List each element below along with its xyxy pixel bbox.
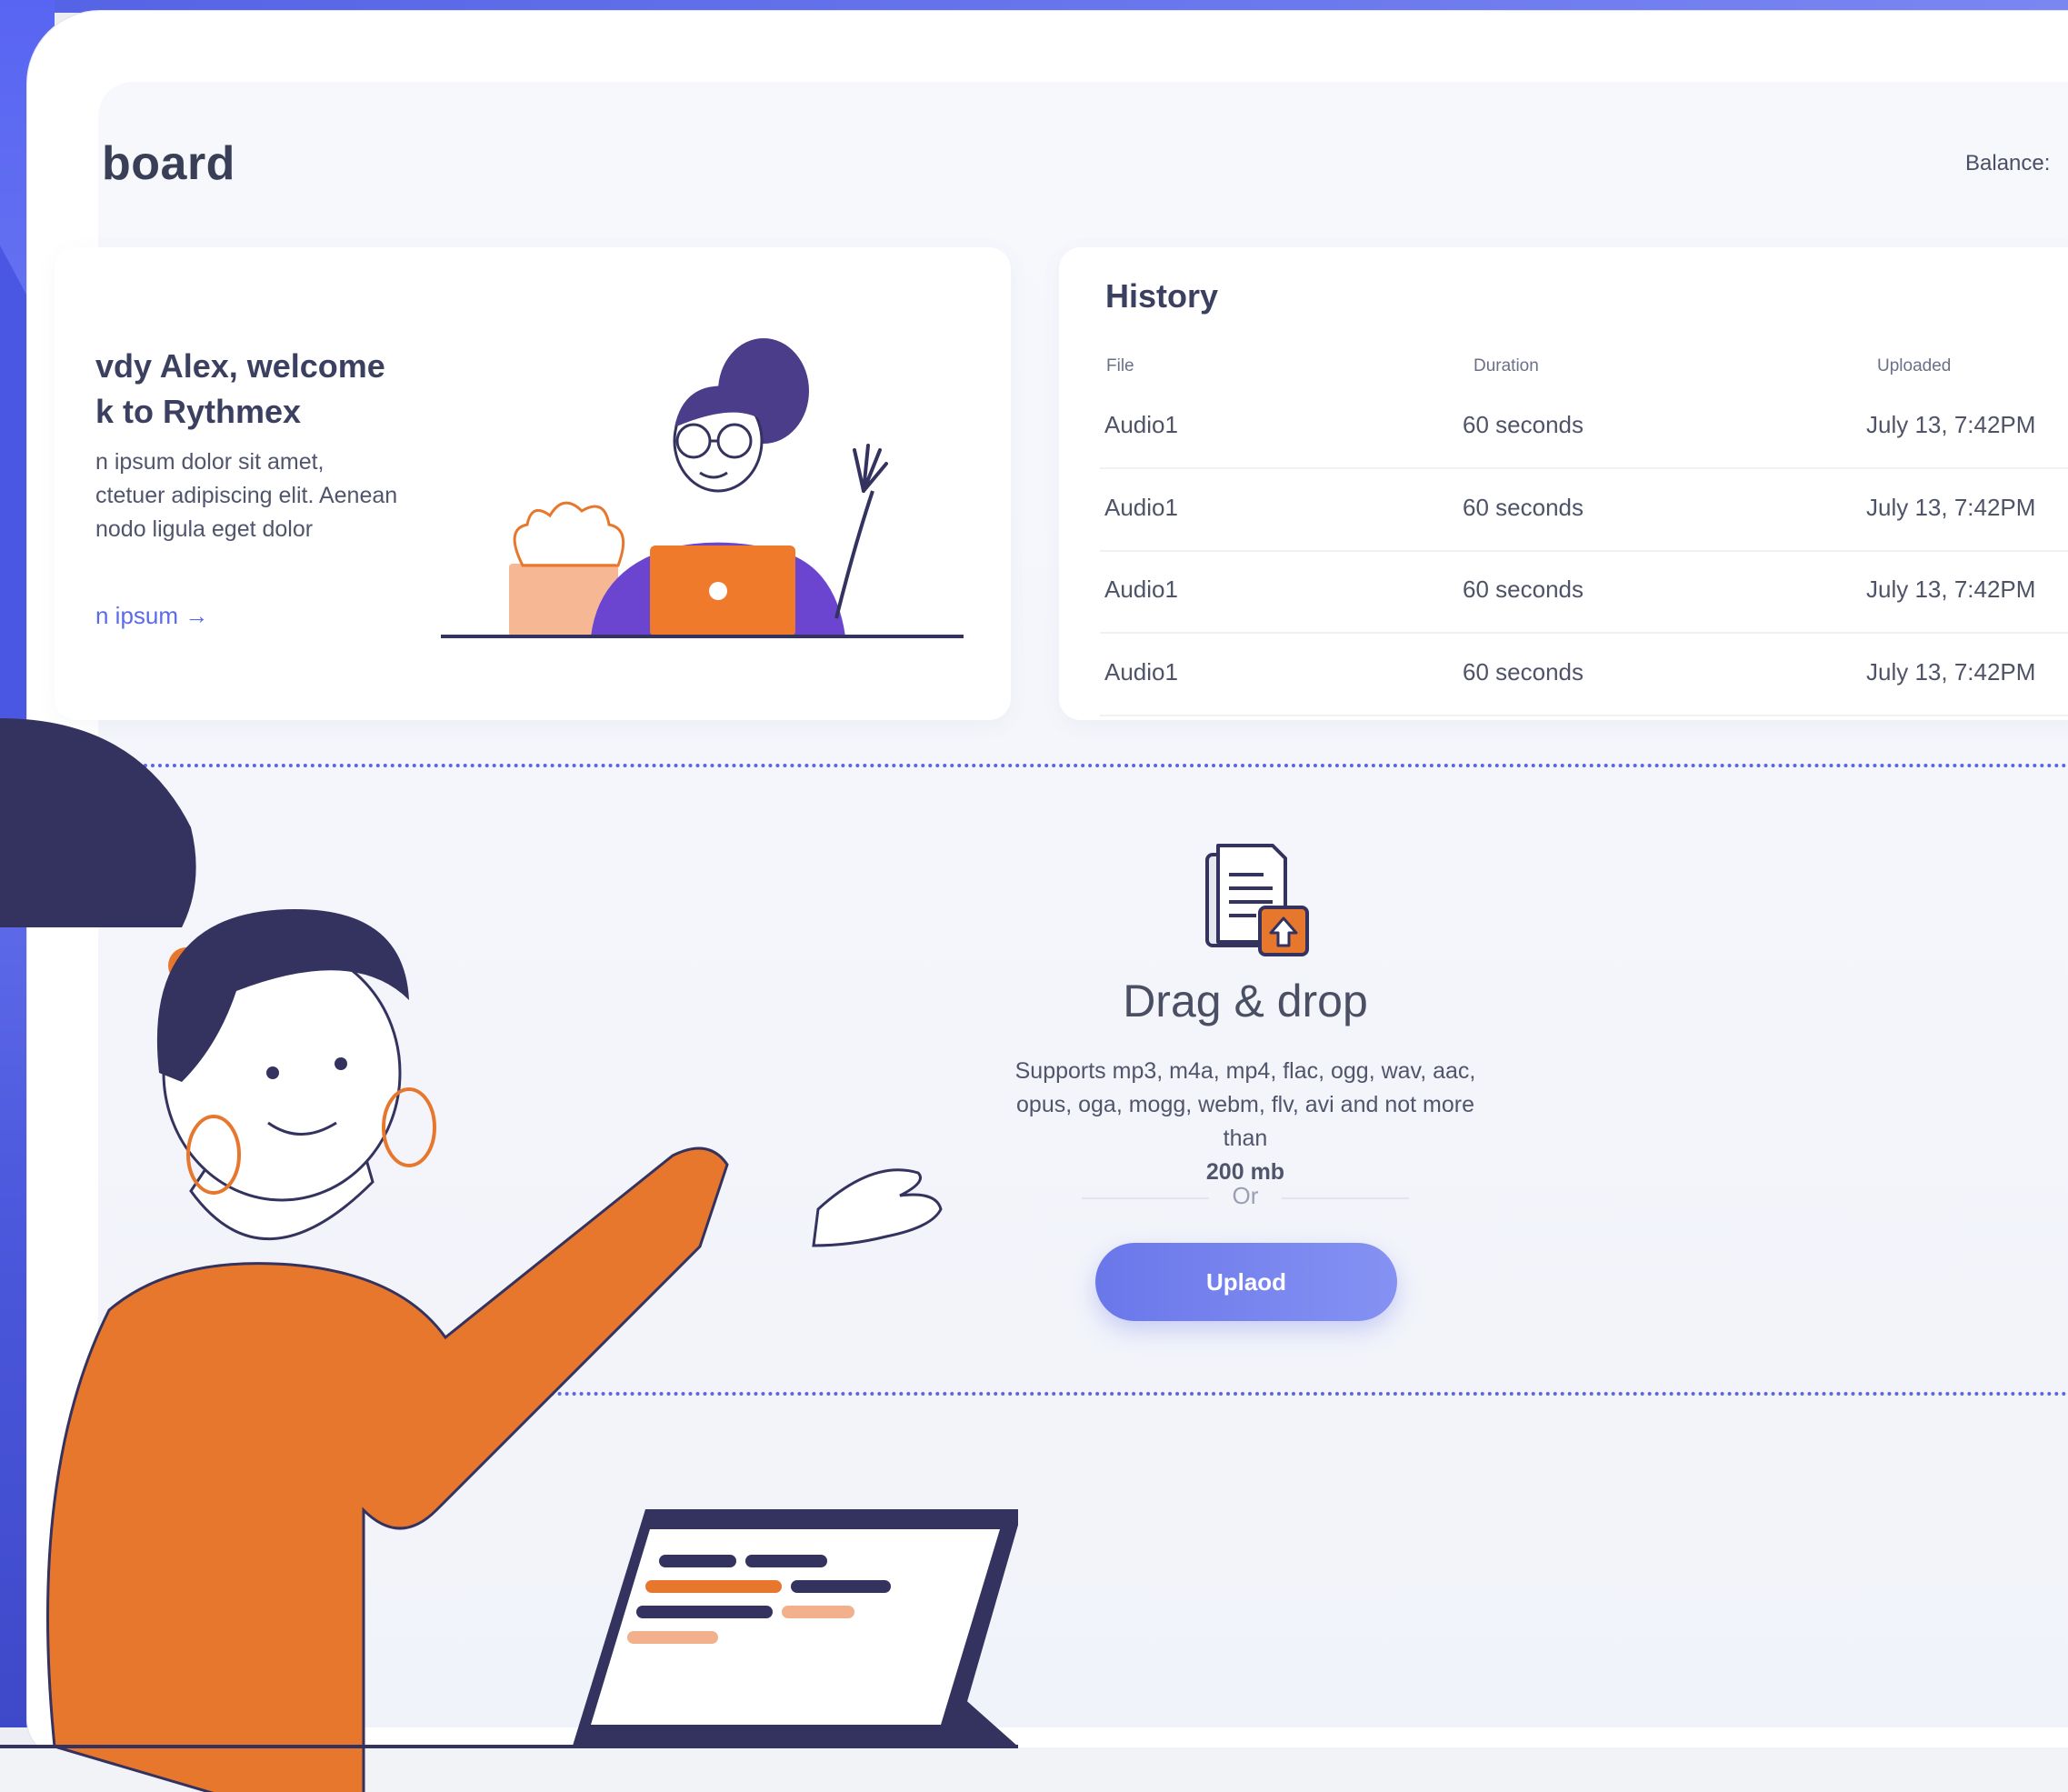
page-title: board: [102, 137, 235, 190]
size-limit: 200 mb: [1205, 1159, 1285, 1185]
tablet-code-line: [782, 1606, 854, 1618]
supports-line: than 200 mb: [945, 1122, 1545, 1189]
balance-label: Balance:: [1965, 151, 2051, 175]
welcome-heading-line: vdy Alex, welcome: [95, 347, 385, 385]
or-label: Or: [1232, 1182, 1259, 1209]
table-row[interactable]: Audio1 60 seconds July 13, 7:42PM: [1100, 468, 2068, 552]
supported-formats-text: Supports mp3, m4a, mp4, flac, ogg, wav, …: [945, 1055, 1545, 1189]
cell-uploaded: July 13, 7:42PM: [1866, 411, 2036, 438]
cell-uploaded: July 13, 7:42PM: [1866, 494, 2036, 521]
waving-hand: [853, 444, 888, 493]
or-line-right: [1282, 1197, 1409, 1199]
welcome-heading: vdy Alex, welcome k to Rythmex: [95, 344, 477, 435]
raised-arm: [834, 490, 874, 619]
tablet-code-line: [645, 1580, 782, 1593]
cell-duration: 60 seconds: [1463, 658, 1583, 686]
welcome-heading-line: k to Rythmex: [95, 393, 302, 430]
supports-line: Supports mp3, m4a, mp4, flac, ogg, wav, …: [1014, 1058, 1476, 1084]
tablet-code-line: [791, 1580, 891, 1593]
welcome-link[interactable]: n ipsum →: [95, 602, 208, 630]
tablet-code-line: [745, 1555, 827, 1567]
upload-button[interactable]: Uplaod: [1095, 1243, 1397, 1321]
cell-duration: 60 seconds: [1463, 411, 1583, 438]
supports-line: opus, oga, mogg, webm, flv, avi and not …: [1016, 1092, 1474, 1117]
cell-uploaded: July 13, 7:42PM: [1866, 658, 2036, 686]
cell-file: Audio1: [1104, 658, 1178, 686]
history-title: History: [1105, 277, 1219, 315]
laptop-logo: [709, 582, 727, 600]
table-row[interactable]: Audio1 60 seconds July 13, 7:42PM: [1100, 633, 2068, 716]
presenter-ponytail: [0, 718, 196, 927]
file-upload-icon: [1205, 844, 1309, 956]
cell-duration: 60 seconds: [1463, 494, 1583, 521]
column-header-file: File: [1106, 356, 1134, 375]
cell-file: Audio1: [1104, 494, 1178, 521]
tablet-code-line: [627, 1631, 718, 1644]
size-limit-prefix: than: [1223, 1126, 1268, 1151]
presenter-eye-right: [335, 1057, 347, 1070]
cell-uploaded: July 13, 7:42PM: [1866, 576, 2036, 603]
tablet-code-line: [636, 1606, 773, 1618]
presenter-earring-right: [382, 1087, 436, 1167]
dropzone-title: Drag & drop: [1123, 976, 1368, 1026]
presenter-eye-left: [266, 1066, 279, 1079]
column-header-uploaded: Uploaded: [1877, 356, 1952, 375]
column-header-duration: Duration: [1474, 356, 1539, 375]
cell-duration: 60 seconds: [1463, 576, 1583, 603]
table-row[interactable]: Audio1 60 seconds July 13, 7:42PM: [1100, 550, 2068, 634]
presenter-illustration: [0, 718, 1018, 1792]
or-divider: Or: [1082, 1182, 1409, 1215]
tablet-code-line: [659, 1555, 736, 1567]
table-row[interactable]: Audio1 60 seconds July 13, 7:42PM: [1100, 385, 2068, 469]
cell-file: Audio1: [1104, 576, 1178, 603]
plant-leaves: [513, 501, 625, 567]
presenter-hand: [812, 1168, 943, 1247]
cell-file: Audio1: [1104, 411, 1178, 438]
welcome-illustration: [441, 338, 964, 638]
